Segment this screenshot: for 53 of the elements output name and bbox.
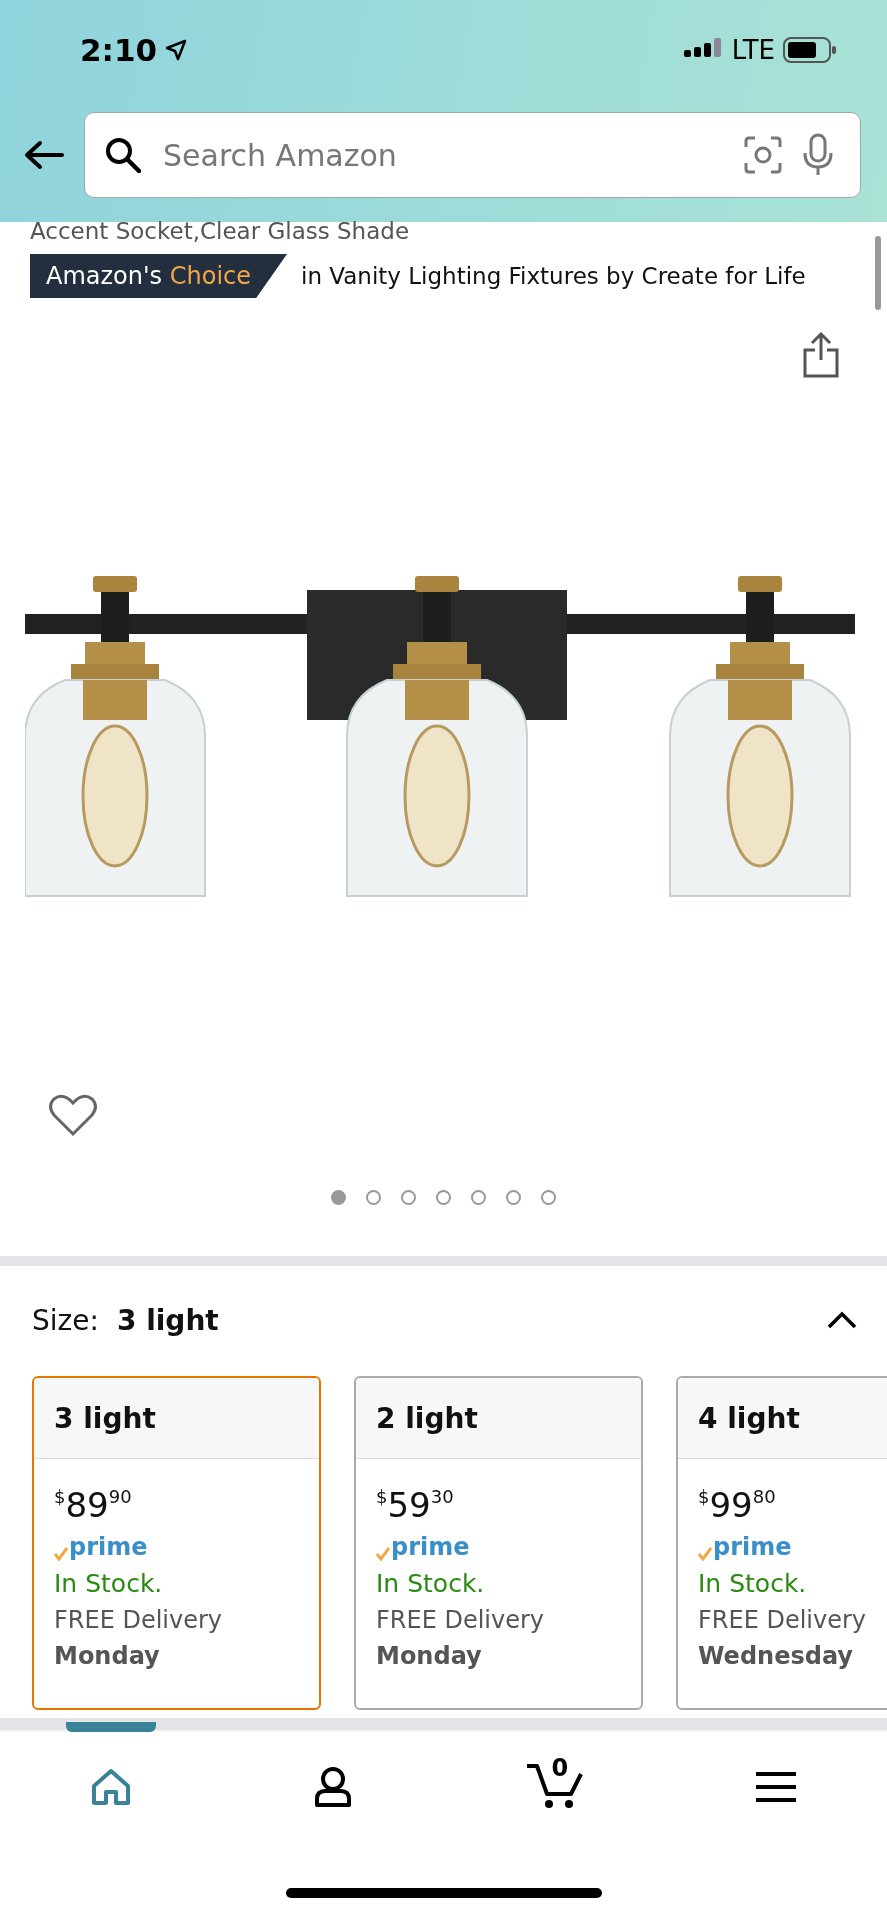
product-title: Accent Socket,Clear Glass Shade xyxy=(29,217,411,246)
carousel-dot[interactable] xyxy=(471,1190,486,1205)
delivery-day: Monday xyxy=(54,1642,299,1670)
microphone-icon[interactable] xyxy=(802,133,834,177)
heart-icon[interactable] xyxy=(48,1092,98,1138)
option-name: 4 light xyxy=(678,1378,887,1459)
search-input[interactable]: Search Amazon xyxy=(161,136,724,174)
option-name: 2 light xyxy=(356,1378,641,1459)
option-price: $^{$}$89$^{90}$ xyxy=(54,1484,133,1525)
carousel-dot[interactable] xyxy=(506,1190,521,1205)
share-icon[interactable] xyxy=(803,332,839,378)
badge-context: in Vanity Lighting Fixtures by Create for Life xyxy=(301,263,806,289)
choice-badge: Amazon's Choice xyxy=(30,254,288,298)
camera-scan-icon[interactable] xyxy=(744,136,782,174)
carousel-dot[interactable] xyxy=(436,1190,451,1205)
size-option-card[interactable]: 2 light $^{$}$59$^{30}$ prime In Stock. FREE Delivery Monday xyxy=(354,1376,643,1710)
menu-icon[interactable] xyxy=(756,1771,797,1803)
account-icon[interactable] xyxy=(312,1765,353,1809)
stock-status: In Stock. xyxy=(376,1569,486,1598)
back-arrow-icon[interactable] xyxy=(24,140,64,170)
option-price: $^{$}$99$^{80}$ xyxy=(698,1484,777,1525)
delivery-day: Monday xyxy=(376,1642,621,1670)
delivery-day: Wednesday xyxy=(698,1642,887,1670)
check-icon xyxy=(698,1547,712,1561)
delivery-label: FREE Delivery xyxy=(54,1606,224,1634)
search-icon xyxy=(105,137,141,173)
location-arrow-icon xyxy=(165,39,188,61)
prime-logo: prime xyxy=(391,1533,470,1561)
delivery-label: FREE Delivery xyxy=(376,1606,546,1634)
option-name: 3 light xyxy=(34,1378,319,1459)
carousel-dot[interactable] xyxy=(366,1190,381,1205)
network-label: LTE xyxy=(731,35,775,65)
check-icon xyxy=(376,1547,390,1561)
stock-status: In Stock. xyxy=(54,1569,164,1598)
option-price: $^{$}$59$^{30}$ xyxy=(376,1484,455,1525)
size-label: Size: xyxy=(32,1303,99,1337)
size-option-card[interactable]: 3 light $^{$}$89$^{90}$ prime In Stock. FREE Delivery Monday xyxy=(32,1376,321,1710)
caret-icon[interactable] xyxy=(827,1311,857,1329)
size-value: 3 light xyxy=(116,1303,219,1337)
carousel-dot[interactable] xyxy=(541,1190,556,1205)
prime-logo: prime xyxy=(713,1533,792,1561)
cart-count: 0 xyxy=(551,1754,569,1782)
battery-icon xyxy=(783,37,837,63)
carousel-dot[interactable] xyxy=(331,1190,346,1205)
check-icon xyxy=(54,1547,68,1561)
delivery-label: FREE Delivery xyxy=(698,1606,868,1634)
home-icon[interactable] xyxy=(90,1768,131,1806)
status-time: 2:10 xyxy=(80,32,158,68)
prime-logo: prime xyxy=(69,1533,148,1561)
stock-status: In Stock. xyxy=(698,1569,808,1598)
carousel-dot[interactable] xyxy=(401,1190,416,1205)
size-option-card[interactable]: 4 light $^{$}$99$^{80}$ prime In Stock. FREE Delivery Wednesday xyxy=(676,1376,887,1710)
search-field[interactable]: Search Amazon xyxy=(84,112,861,198)
